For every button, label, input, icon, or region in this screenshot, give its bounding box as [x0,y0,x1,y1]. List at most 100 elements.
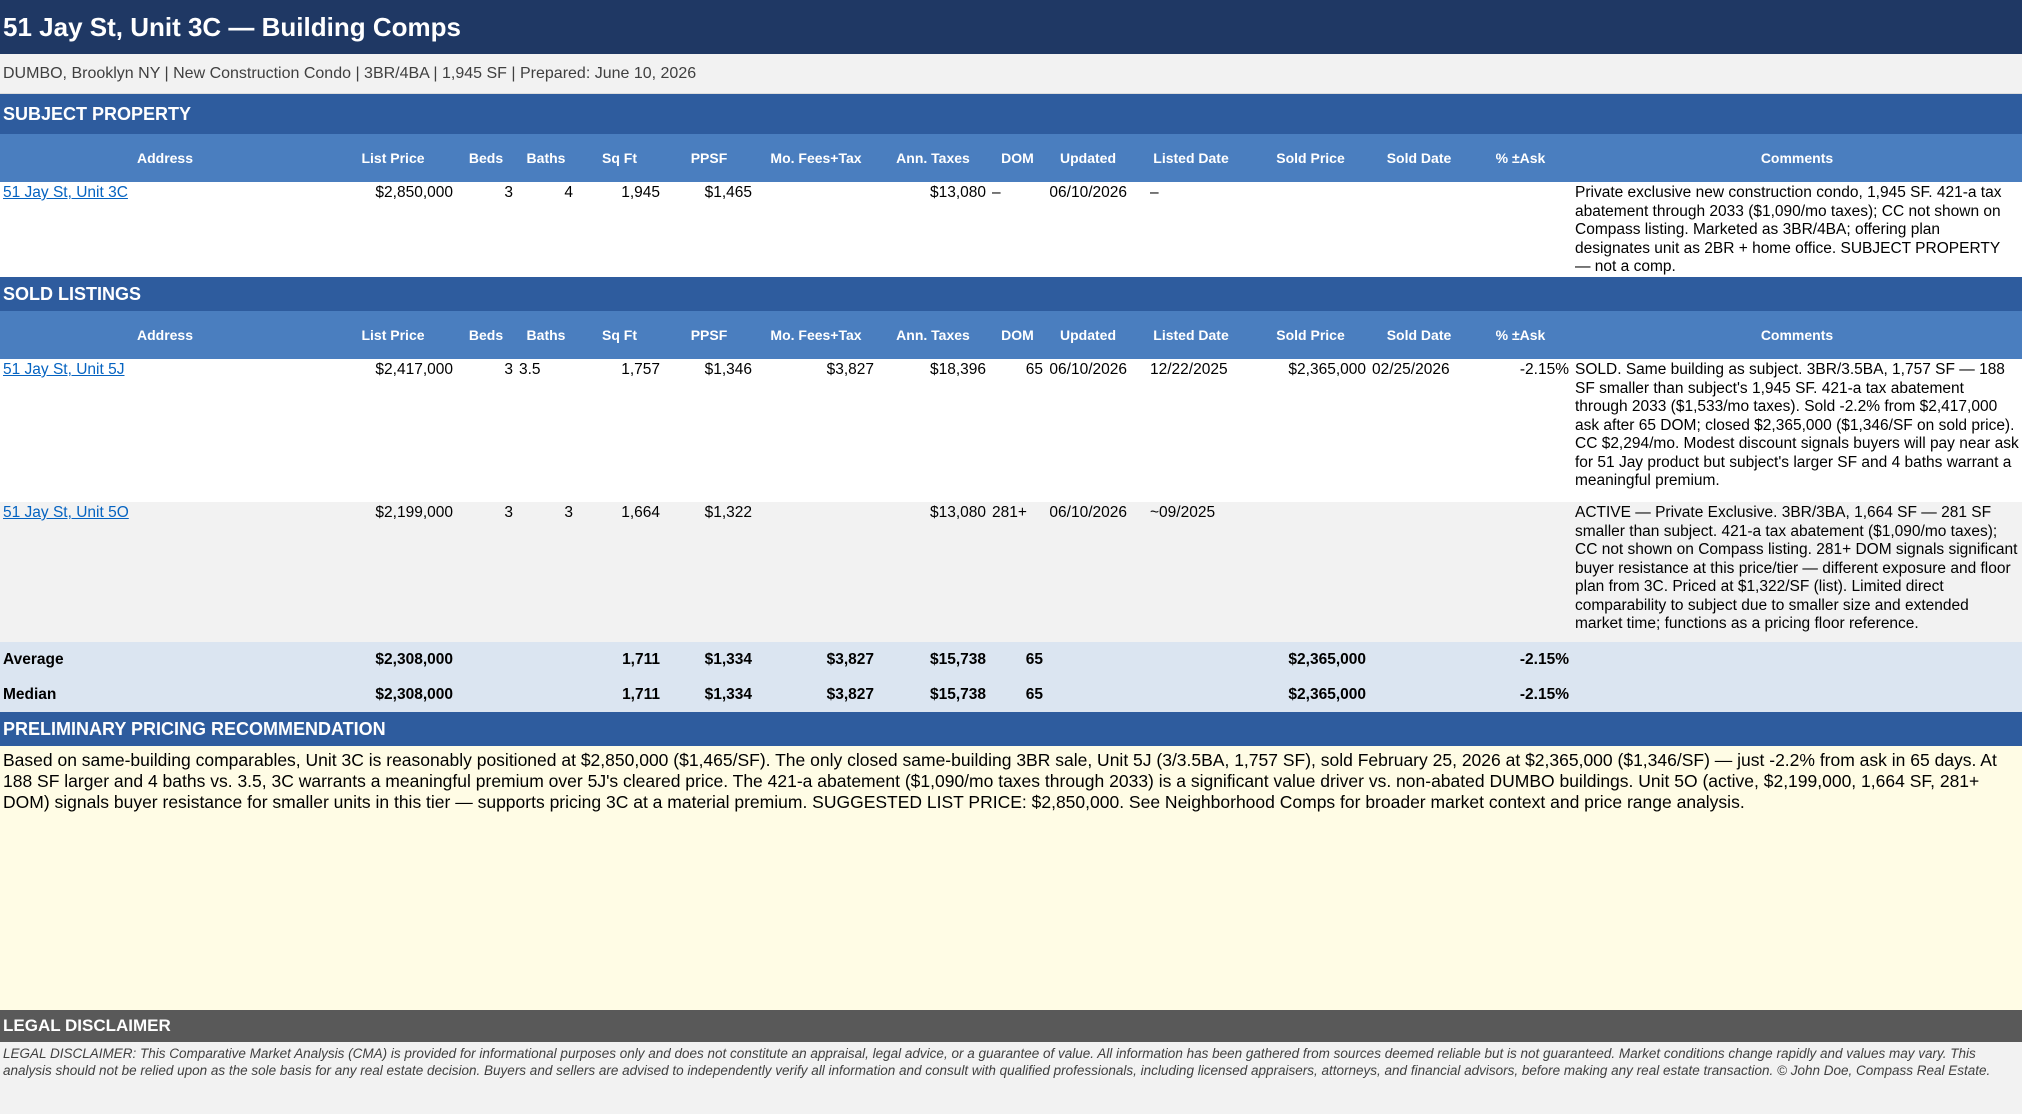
stat-dom: 65 [1025,651,1043,668]
comments: Private exclusive new construction condo… [1575,184,2002,275]
sqft: 1,945 [621,184,660,201]
stat-ppsf: $1,334 [704,651,752,668]
col-updated: Updated [1060,150,1116,166]
sqft: 1,664 [621,504,660,521]
average-row: Average $2,308,000 1,711 $1,334 $3,827 $… [0,642,2022,678]
sold-price: $2,365,000 [1288,361,1366,378]
taxes: $18,396 [929,361,986,378]
fees [755,184,877,277]
ppsf: $1,322 [704,504,752,521]
table-row: 51 Jay St, Unit 5J $2,417,000 3 3.5 1,75… [0,359,2022,502]
updated: 06/10/2026 [1049,361,1127,378]
col-fees: Mo. Fees+Tax [770,150,862,166]
col-baths: Baths [526,327,566,343]
stat-taxes: $15,738 [929,686,986,703]
sold-date [1369,184,1469,277]
updated: 06/10/2026 [1049,184,1127,201]
beds: 3 [504,361,513,378]
col-listed: Listed Date [1153,327,1229,343]
col-list-price: List Price [361,150,425,166]
col-taxes: Ann. Taxes [896,327,970,343]
col-address: Address [136,327,194,343]
recommendation-text: Based on same-building comparables, Unit… [0,746,2022,1010]
stat-sold-price: $2,365,000 [1288,686,1366,703]
ppsf: $1,346 [704,361,752,378]
stat-list-price: $2,308,000 [375,651,453,668]
baths: 3 [564,504,573,521]
legal-text: LEGAL DISCLAIMER: This Comparative Marke… [0,1042,2022,1114]
sqft: 1,757 [621,361,660,378]
col-beds: Beds [468,150,504,166]
col-ppsf: PPSF [690,150,728,166]
col-sqft: Sq Ft [602,150,637,166]
taxes: $13,080 [929,184,986,201]
col-address: Address [136,150,194,166]
stat-sold-price: $2,365,000 [1288,651,1366,668]
listed-date: – [1150,184,1159,201]
section-header-recommendation: PRELIMINARY PRICING RECOMMENDATION [0,712,2022,746]
sold-price [1252,504,1369,642]
list-price: $2,199,000 [375,504,453,521]
taxes: $13,080 [929,504,986,521]
baths: 3.5 [519,361,541,378]
median-row: Median $2,308,000 1,711 $1,334 $3,827 $1… [0,678,2022,712]
dom: 65 [1025,361,1043,378]
stat-label: Average [3,651,64,668]
comments: SOLD. Same building as subject. 3BR/3.5B… [1575,361,2019,489]
dom: 281+ [992,504,1027,521]
listed-date: ~09/2025 [1150,504,1216,521]
stat-list-price: $2,308,000 [375,686,453,703]
updated: 06/10/2026 [1049,504,1127,521]
col-comments: Comments [1760,150,1834,166]
col-sold-date: Sold Date [1386,150,1452,166]
beds: 3 [504,504,513,521]
address-link[interactable]: 51 Jay St, Unit 5J [3,361,124,378]
dom: – [992,184,1001,201]
baths: 4 [564,184,573,201]
column-headers-subject: Address List Price Beds Baths Sq Ft PPSF… [0,134,2022,182]
col-dom: DOM [1001,327,1034,343]
listed-date: 12/22/2025 [1150,361,1228,378]
page-subtitle: DUMBO, Brooklyn NY | New Construction Co… [0,54,2022,94]
list-price: $2,850,000 [375,184,453,201]
fees: $3,827 [826,361,874,378]
col-pct-ask: % ±Ask [1495,327,1546,343]
comments: ACTIVE — Private Exclusive. 3BR/3BA, 1,6… [1575,504,2018,632]
list-price: $2,417,000 [375,361,453,378]
address-link[interactable]: 51 Jay St, Unit 5O [3,504,129,521]
stat-ppsf: $1,334 [704,686,752,703]
col-listed: Listed Date [1153,150,1229,166]
col-dom: DOM [1001,150,1034,166]
col-updated: Updated [1060,327,1116,343]
col-sold-price: Sold Price [1276,150,1345,166]
legal-header: LEGAL DISCLAIMER [0,1010,2022,1042]
section-header-subject: SUBJECT PROPERTY [0,94,2022,134]
pct-ask [1469,184,1572,277]
beds: 3 [504,184,513,201]
table-row: 51 Jay St, Unit 5O $2,199,000 3 3 1,664 … [0,502,2022,642]
pct-ask: -2.15% [1519,361,1569,378]
col-pct-ask: % ±Ask [1495,150,1546,166]
section-header-sold: SOLD LISTINGS [0,277,2022,311]
table-row-subject: 51 Jay St, Unit 3C $2,850,000 3 4 1,945 … [0,182,2022,277]
ppsf: $1,465 [704,184,752,201]
col-baths: Baths [526,150,566,166]
column-headers-sold: Address List Price Beds Baths Sq Ft PPSF… [0,311,2022,359]
address-link[interactable]: 51 Jay St, Unit 3C [3,184,128,201]
col-fees: Mo. Fees+Tax [770,327,862,343]
stat-label: Median [3,686,57,703]
stat-fees: $3,827 [826,686,874,703]
stat-pct-ask: -2.15% [1519,651,1569,668]
col-list-price: List Price [361,327,425,343]
col-taxes: Ann. Taxes [896,150,970,166]
fees [755,504,877,642]
pct-ask [1469,504,1572,642]
stat-sqft: 1,711 [622,651,660,668]
stat-pct-ask: -2.15% [1519,686,1569,703]
sold-date [1369,504,1469,642]
stat-fees: $3,827 [826,651,874,668]
col-sold-price: Sold Price [1276,327,1345,343]
page-title: 51 Jay St, Unit 3C — Building Comps [0,0,2022,54]
stat-dom: 65 [1025,686,1043,703]
stat-sqft: 1,711 [622,686,660,703]
